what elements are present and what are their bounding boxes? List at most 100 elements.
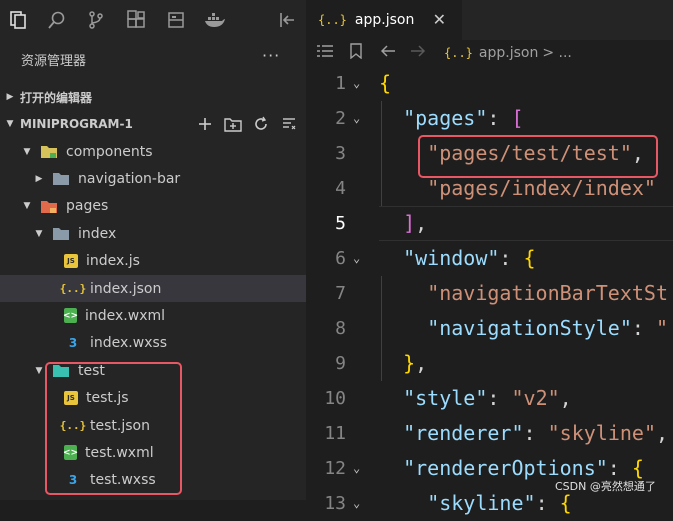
json-file-icon: {..} (59, 282, 87, 295)
line-number: 9 (335, 353, 346, 374)
breadcrumb-file[interactable]: app.json (479, 45, 538, 61)
line-number: 7 (335, 283, 346, 304)
json-file-icon: {..} (318, 13, 347, 27)
code-text: "navigationStyle": " (427, 316, 669, 340)
explorer-sidebar: 资源管理器 ··· ▶ 打开的编辑器 ▼ MINIPROGRAM-1 ▼ comp… (0, 0, 306, 500)
code-text: "skyline": { (427, 491, 572, 515)
line-number: 12 (324, 458, 346, 479)
project-section[interactable]: ▼ MINIPROGRAM-1 (0, 111, 306, 137)
tree-item[interactable]: <> index.wxml (0, 302, 306, 329)
line-number: 3 (335, 143, 346, 164)
chevron-down-icon: ▼ (35, 365, 43, 376)
tab-label: app.json (354, 12, 415, 28)
folder-icon (52, 226, 70, 242)
fold-chevron-icon[interactable]: ⌄ (353, 486, 367, 521)
tree-item-label: pages (66, 198, 109, 215)
highlight-box-test-page (418, 135, 658, 178)
js-file-icon: JS (64, 254, 78, 269)
folder-icon (40, 198, 58, 214)
fold-chevron-icon[interactable]: ⌄ (353, 66, 367, 101)
tree-item-label: navigation-bar (78, 170, 181, 187)
chevron-right-icon: ▶ (6, 92, 14, 102)
chevron-right-icon: ▶ (35, 173, 43, 184)
open-editors-section[interactable]: ▶ 打开的编辑器 (0, 84, 306, 110)
code-line: 11 "renderer": "skyline", (306, 416, 673, 451)
code-text: "style": "v2", (403, 386, 572, 410)
explorer-icon[interactable] (6, 8, 30, 32)
new-folder-icon[interactable] (224, 115, 242, 133)
line-number: 5 (335, 213, 346, 234)
tree-item[interactable]: ▶ navigation-bar (0, 165, 306, 192)
code-text: "pages": [ (403, 106, 524, 130)
tree-item-label: components (66, 143, 153, 160)
chevron-down-icon: ▼ (23, 201, 31, 212)
fold-chevron-icon[interactable]: ⌄ (353, 451, 367, 486)
json-file-icon: {..} (444, 46, 473, 60)
code-editor[interactable]: 1 ⌄{2 ⌄ "pages": [3 "pages/test/test", 4 "p… (306, 66, 673, 515)
breadcrumb: {..} app.json > ... (306, 40, 673, 66)
tree-item-label: index.wxss (90, 335, 168, 352)
back-arrow-icon[interactable] (380, 44, 396, 62)
more-actions-icon[interactable]: ··· (262, 46, 280, 65)
tree-item[interactable]: {..} index.json (0, 275, 306, 302)
code-line: 5 ], (306, 206, 673, 241)
line-number: 13 (324, 493, 346, 514)
bookmark-icon[interactable] (350, 43, 362, 63)
line-number: 6 (335, 248, 346, 269)
code-text: "window": { (403, 246, 536, 270)
close-icon[interactable]: ✕ (433, 10, 446, 29)
code-text: "renderer": "skyline", (403, 421, 669, 445)
tree-item-label: index.wxml (85, 307, 166, 324)
tree-item[interactable]: 3 index.wxss (0, 330, 306, 357)
line-number: 11 (324, 423, 346, 444)
tree-item-label: index.js (86, 253, 140, 270)
explorer-title: 资源管理器 (21, 54, 87, 69)
code-text: ], (403, 211, 428, 235)
fold-chevron-icon[interactable]: ⌄ (353, 101, 367, 136)
line-number: 10 (324, 388, 346, 409)
code-line: 9 }, (306, 346, 673, 381)
docker-icon[interactable] (203, 8, 227, 32)
search-icon[interactable] (45, 8, 69, 32)
chevron-down-icon: ▼ (35, 228, 43, 239)
new-file-icon[interactable] (196, 115, 214, 133)
line-number: 8 (335, 318, 346, 339)
tab-app-json[interactable]: {..} app.json ✕ (306, 0, 462, 40)
code-line: 6 ⌄ "window": { (306, 241, 673, 276)
project-actions (196, 115, 298, 133)
forward-arrow-icon[interactable] (410, 44, 426, 62)
line-number: 2 (335, 108, 346, 129)
line-number: 4 (335, 178, 346, 199)
list-icon[interactable] (316, 44, 334, 62)
tree-item[interactable]: ▼ components (0, 138, 306, 165)
tree-item[interactable]: ▼ index (0, 220, 306, 247)
tree-item[interactable]: ▼ pages (0, 193, 306, 220)
extensions-icon[interactable] (124, 8, 148, 32)
code-line: 2 ⌄ "pages": [ (306, 101, 673, 136)
editor-area: {..} app.json ✕ {..} app.json > ... 1 ⌄ {2… (306, 0, 673, 515)
breadcrumb-more[interactable]: > ... (542, 45, 572, 61)
open-editors-label: 打开的编辑器 (20, 90, 93, 105)
code-text: }, (403, 351, 428, 375)
code-line: 10 "style": "v2", (306, 381, 673, 416)
collapse-panel-icon[interactable] (276, 8, 300, 32)
folder-icon (40, 144, 58, 160)
tree-item-label: index (78, 225, 117, 242)
code-line: 1 ⌄ { (306, 66, 673, 101)
source-control-icon[interactable] (84, 8, 108, 32)
wxml-file-icon: <> (63, 308, 78, 324)
collapse-all-icon[interactable] (280, 115, 298, 133)
highlight-box-test-folder (45, 362, 182, 495)
line-number: 1 (335, 73, 346, 94)
watermark: CSDN @亮然想通了 (555, 480, 656, 493)
chevron-down-icon: ▼ (23, 146, 31, 157)
activity-bar (0, 0, 306, 40)
code-line: 8 "navigationStyle": " (306, 311, 673, 346)
debug-icon[interactable] (164, 8, 188, 32)
refresh-icon[interactable] (252, 115, 270, 133)
code-text: { (379, 71, 392, 95)
tree-item[interactable]: JS index.js (0, 248, 306, 275)
fold-chevron-icon[interactable]: ⌄ (353, 241, 367, 276)
folder-icon (52, 171, 70, 187)
code-text: "navigationBarTextSt (427, 281, 669, 305)
